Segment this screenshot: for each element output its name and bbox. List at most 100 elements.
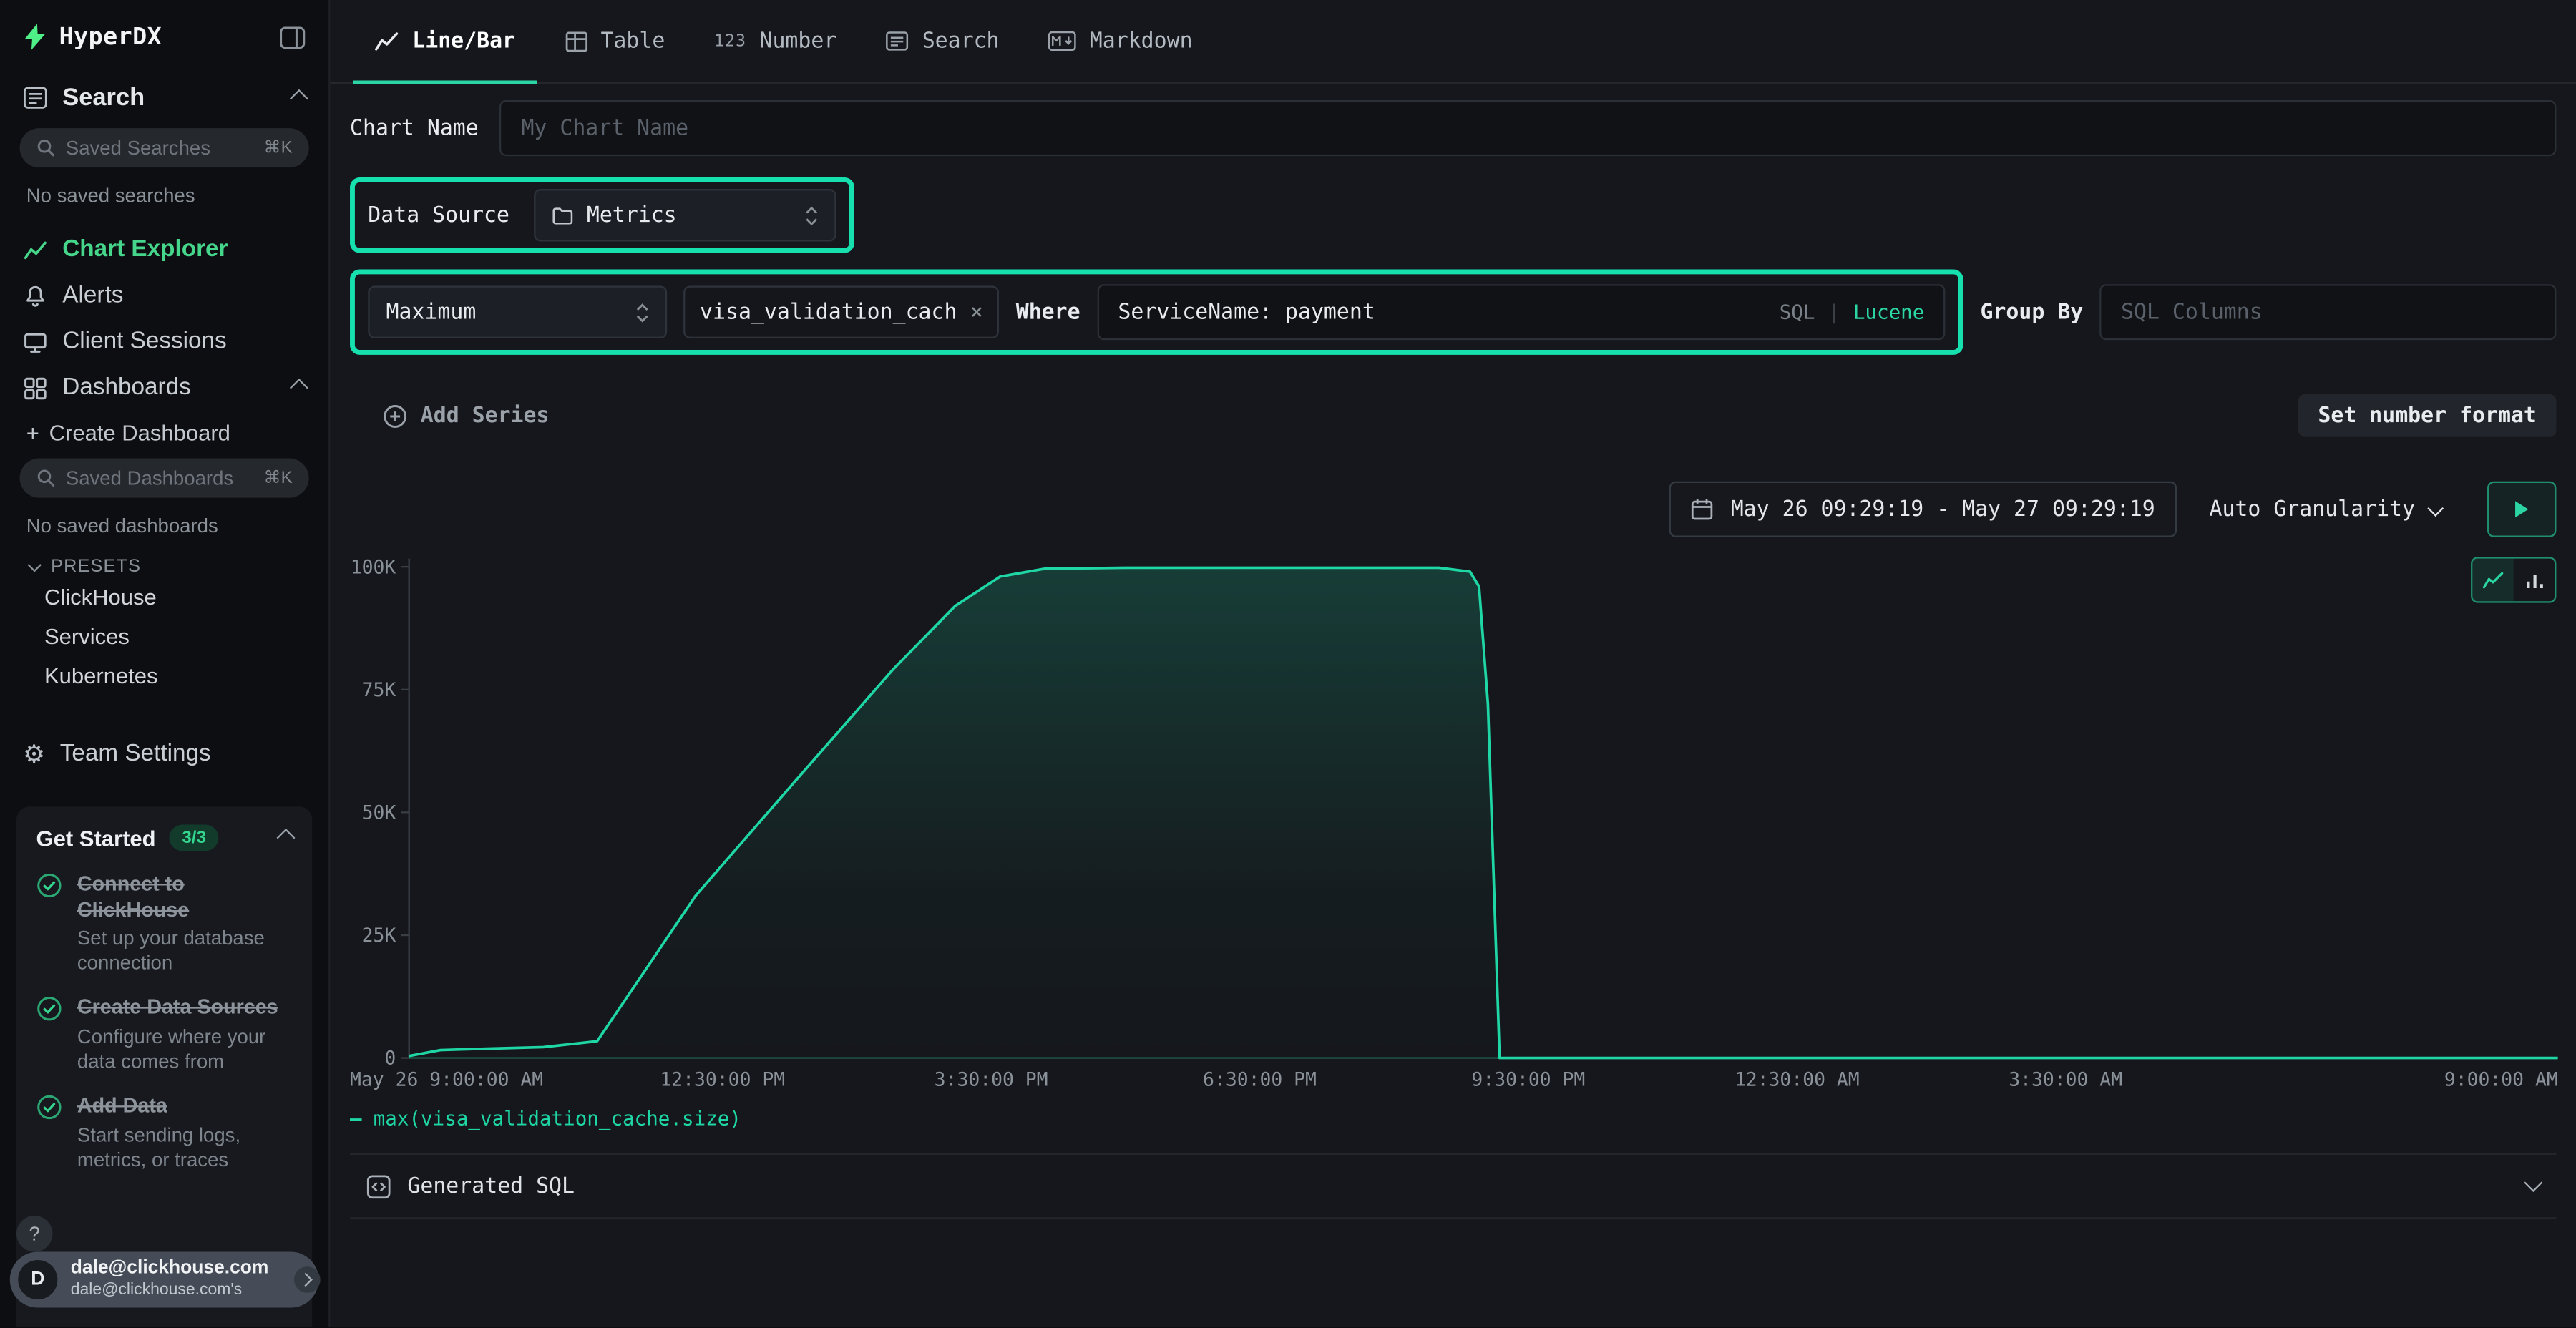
svg-text:25K: 25K bbox=[362, 924, 396, 947]
nav-label: Chart Explorer bbox=[62, 237, 228, 263]
sidebar-item-client-sessions[interactable]: Client Sessions bbox=[0, 318, 328, 364]
get-started-progress-badge: 3/3 bbox=[169, 825, 219, 851]
metric-tag[interactable]: visa_validation_cach × bbox=[683, 285, 1000, 338]
no-saved-dashboards-text: No saved dashboards bbox=[26, 514, 303, 537]
bar-mode-button[interactable] bbox=[2514, 559, 2555, 602]
sidebar-section-search[interactable]: Search bbox=[0, 67, 328, 122]
sidebar-item-alerts[interactable]: Alerts bbox=[0, 273, 328, 318]
plus-circle-icon bbox=[383, 404, 407, 428]
saved-dashboards-shortcut: ⌘K bbox=[263, 468, 292, 488]
search-section-label: Search bbox=[62, 84, 145, 112]
search-icon bbox=[36, 468, 57, 488]
monitor-icon bbox=[23, 329, 47, 353]
get-started-item-title: Add Data bbox=[77, 1094, 293, 1120]
svg-text:May 26 9:00:00 AM: May 26 9:00:00 AM bbox=[350, 1069, 543, 1091]
avatar: D bbox=[18, 1260, 57, 1299]
date-range-value: May 26 09:29:19 - May 27 09:29:19 bbox=[1731, 497, 2155, 522]
create-dashboard-label: Create Dashboard bbox=[49, 421, 230, 445]
chevron-down-icon bbox=[2527, 1171, 2540, 1201]
sidebar-item-dashboards[interactable]: Dashboards bbox=[0, 365, 328, 411]
preset-item-kubernetes[interactable]: Kubernetes bbox=[0, 655, 328, 695]
user-menu[interactable]: D dale@clickhouse.com dale@clickhouse.co… bbox=[10, 1251, 319, 1307]
get-started-header[interactable]: Get Started 3/3 bbox=[36, 823, 293, 852]
chart-explorer-icon bbox=[23, 238, 47, 262]
presets-toggle[interactable]: PRESETS bbox=[29, 557, 328, 577]
granularity-select[interactable]: Auto Granularity bbox=[2193, 483, 2458, 535]
chart-display-toggle bbox=[2471, 557, 2556, 602]
tab-search[interactable]: Search bbox=[862, 0, 1024, 82]
granularity-value: Auto Granularity bbox=[2209, 497, 2415, 522]
generated-sql-toggle[interactable]: Generated SQL bbox=[350, 1153, 2556, 1219]
lang-divider: | bbox=[1828, 301, 1840, 323]
set-number-format-button[interactable]: Set number format bbox=[2298, 394, 2557, 437]
add-series-button[interactable]: Add Series bbox=[383, 404, 550, 428]
tab-label: Table bbox=[600, 29, 665, 53]
chevron-up-icon[interactable] bbox=[293, 374, 306, 401]
main-panel: Line/Bar Table 123 Number Search bbox=[330, 0, 2576, 1327]
aggregation-value: Maximum bbox=[386, 300, 477, 324]
chart-name-input[interactable] bbox=[500, 100, 2557, 156]
list-icon bbox=[886, 31, 909, 52]
get-started-item[interactable]: Add Data Start sending logs, metrics, or… bbox=[36, 1094, 293, 1172]
time-controls-row: May 26 09:29:19 - May 27 09:29:19 Auto G… bbox=[350, 482, 2556, 537]
select-chevrons-icon bbox=[805, 205, 818, 226]
tab-label: Markdown bbox=[1090, 29, 1193, 53]
line-mode-button[interactable] bbox=[2472, 559, 2513, 602]
calendar-icon bbox=[1692, 498, 1714, 521]
get-started-title: Get Started bbox=[36, 826, 156, 850]
saved-dashboards-placeholder: Saved Dashboards bbox=[66, 467, 233, 489]
get-started-item[interactable]: Create Data Sources Configure where your… bbox=[36, 996, 293, 1074]
check-circle-icon bbox=[36, 872, 63, 976]
preset-item-clickhouse[interactable]: ClickHouse bbox=[0, 577, 328, 616]
remove-metric-icon[interactable]: × bbox=[970, 300, 983, 324]
sql-mode-toggle[interactable]: SQL bbox=[1780, 301, 1815, 323]
markdown-icon bbox=[1048, 31, 1076, 52]
date-range-picker[interactable]: May 26 09:29:19 - May 27 09:29:19 bbox=[1670, 482, 2177, 537]
presets-label: PRESETS bbox=[51, 557, 141, 577]
collapse-sidebar-icon[interactable] bbox=[279, 26, 306, 49]
chart-canvas: 025K50K75K100KMay 26 9:00:00 AM12:30:00 … bbox=[350, 550, 2558, 1099]
123-icon: 123 bbox=[714, 32, 746, 50]
create-dashboard-button[interactable]: + Create Dashboard bbox=[0, 411, 328, 451]
where-input[interactable]: ServiceName: payment SQL | Lucene bbox=[1097, 284, 1946, 340]
get-started-item[interactable]: Connect to ClickHouse Set up your databa… bbox=[36, 872, 293, 976]
chart-area: 025K50K75K100KMay 26 9:00:00 AM12:30:00 … bbox=[350, 550, 2556, 1130]
bar-chart-icon bbox=[2524, 571, 2545, 589]
chevron-up-icon[interactable] bbox=[279, 823, 292, 852]
data-source-select[interactable]: Metrics bbox=[534, 189, 836, 241]
svg-text:9:30:00 PM: 9:30:00 PM bbox=[1471, 1069, 1585, 1091]
sidebar-item-chart-explorer[interactable]: Chart Explorer bbox=[0, 227, 328, 273]
where-label: Where bbox=[1016, 300, 1080, 324]
sidebar-item-team-settings[interactable]: ⚙ Team Settings bbox=[0, 731, 328, 777]
table-icon bbox=[565, 30, 587, 52]
tab-number[interactable]: 123 Number bbox=[690, 0, 862, 82]
chevron-down-icon bbox=[27, 558, 41, 572]
chart-name-label: Chart Name bbox=[350, 116, 479, 140]
bell-icon bbox=[23, 283, 47, 308]
tab-markdown[interactable]: Markdown bbox=[1024, 0, 1217, 82]
lucene-mode-toggle[interactable]: Lucene bbox=[1853, 301, 1925, 323]
select-chevrons-icon bbox=[636, 301, 649, 323]
chevron-up-icon[interactable] bbox=[293, 84, 306, 112]
saved-dashboards-input[interactable]: Saved Dashboards ⌘K bbox=[20, 459, 309, 498]
folder-icon bbox=[552, 206, 574, 224]
user-subtitle: dale@clickhouse.com's bbox=[71, 1281, 269, 1302]
chevron-right-icon[interactable] bbox=[294, 1266, 321, 1293]
search-icon bbox=[36, 138, 57, 158]
legend-swatch: — bbox=[350, 1107, 362, 1130]
plus-icon: + bbox=[26, 421, 39, 445]
nav-label: Dashboards bbox=[62, 374, 191, 401]
run-query-button[interactable] bbox=[2487, 482, 2556, 537]
play-icon bbox=[2514, 499, 2530, 519]
preset-item-services[interactable]: Services bbox=[0, 616, 328, 655]
saved-searches-placeholder: Saved Searches bbox=[66, 137, 210, 160]
chart-legend[interactable]: — max(visa_validation_cache.size) bbox=[350, 1107, 2556, 1130]
line-chart-icon bbox=[2482, 571, 2504, 589]
tab-table[interactable]: Table bbox=[540, 0, 689, 82]
tab-line-bar[interactable]: Line/Bar bbox=[350, 0, 540, 82]
help-button[interactable]: ? bbox=[16, 1216, 53, 1252]
group-by-input[interactable] bbox=[2099, 284, 2556, 340]
aggregation-select[interactable]: Maximum bbox=[368, 285, 667, 338]
app-root: HyperDX Search Saved Searches ⌘K No save… bbox=[0, 0, 2576, 1327]
saved-searches-input[interactable]: Saved Searches ⌘K bbox=[20, 128, 309, 167]
